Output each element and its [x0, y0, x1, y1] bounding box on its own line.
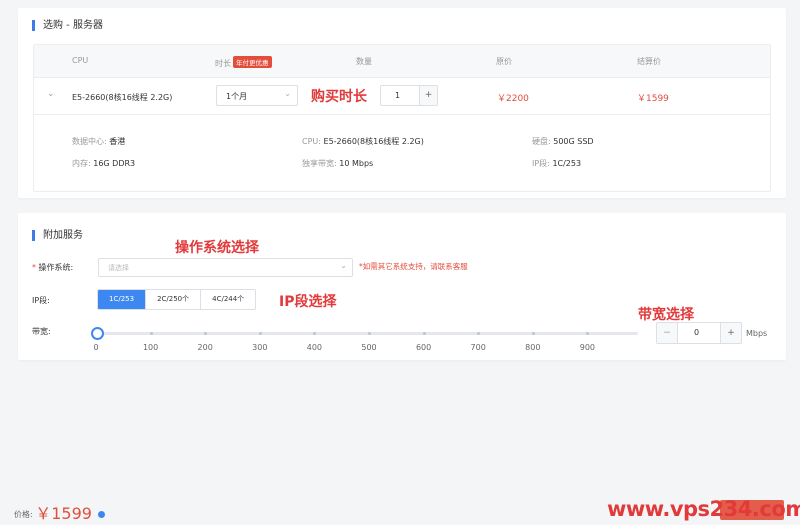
detail-disk-value: 500G SSD — [553, 137, 594, 146]
os-select[interactable]: 请选择 ⌄ — [98, 258, 353, 277]
row-original-price: ￥2200 — [497, 94, 529, 104]
detail-datacenter: 数据中心: 香港 — [72, 136, 125, 147]
row-final-price: ￥1599 — [637, 94, 669, 104]
quantity-value: 1 — [395, 91, 401, 100]
slider-tick-dot — [531, 332, 535, 335]
table-row: ⌄ E5-2660(8核16线程 2.2G) 1个月 ⌄ 1 + ￥2200 ￥… — [34, 78, 770, 115]
detail-cpu-value: E5-2660(8核16线程 2.2G) — [323, 137, 424, 146]
ip-segment-group: 1C/253 2C/250个 4C/244个 — [97, 289, 257, 310]
annotation-bandwidth: 带宽选择 — [638, 307, 694, 323]
detail-bandwidth-value: 10 Mbps — [339, 159, 374, 168]
slider-tick-label: 900 — [579, 343, 596, 352]
server-details: 数据中心: 香港 CPU: E5-2660(8核16线程 2.2G) 硬盘: 5… — [34, 115, 770, 191]
slider-tick-label: 700 — [470, 343, 486, 352]
bandwidth-plus-button[interactable]: + — [720, 323, 741, 343]
col-quantity: 数量 — [356, 57, 372, 66]
detail-datacenter-label: 数据中心: — [72, 137, 107, 146]
os-hint: *如需其它系统支持，请联系客服 — [359, 262, 468, 271]
detail-bandwidth: 独享带宽: 10 Mbps — [302, 158, 373, 169]
detail-datacenter-value: 香港 — [109, 137, 126, 146]
addon-card: 附加服务 * 操作系统: 请选择 ⌄ *如需其它系统支持，请联系客服 IP段: … — [18, 213, 786, 360]
detail-disk: 硬盘: 500G SSD — [532, 136, 594, 147]
slider-tick-dot — [422, 332, 426, 335]
quantity-stepper[interactable]: 1 + — [380, 85, 438, 106]
row-cpu: E5-2660(8核16线程 2.2G) — [72, 93, 173, 102]
server-section-title: 选购 - 服务器 — [32, 20, 103, 31]
annotation-duration: 购买时长 — [311, 89, 367, 105]
footer-price-value: ￥1599 — [35, 504, 92, 523]
slider-tick-dot — [258, 332, 262, 335]
footer-price: 价格: ￥1599 — [14, 500, 105, 524]
slider-tick-label: 100 — [142, 343, 159, 352]
slider-tick-label: 800 — [525, 343, 541, 352]
server-card: 选购 - 服务器 CPU 时长 年付更优惠 数量 原价 结算价 ⌄ E5-2660… — [18, 8, 786, 198]
footer-price-label: 价格: — [14, 510, 33, 519]
addon-section-title: 附加服务 — [32, 230, 83, 241]
slider-tick-label: 300 — [252, 343, 268, 352]
server-table: CPU 时长 年付更优惠 数量 原价 结算价 ⌄ E5-2660(8核16线程 2… — [33, 44, 771, 192]
slider-tick-label: 600 — [415, 343, 432, 352]
detail-memory: 内存: 16G DDR3 — [72, 158, 135, 169]
detail-disk-label: 硬盘: — [532, 137, 551, 146]
bandwidth-unit: Mbps — [746, 329, 768, 338]
detail-cpu-label: CPU: — [302, 137, 321, 146]
col-cpu: CPU — [72, 56, 89, 65]
ip-option-2c[interactable]: 2C/250个 — [146, 290, 202, 309]
annotation-ip: IP段选择 — [279, 294, 337, 310]
col-final-price: 结算价 — [637, 57, 661, 66]
slider-tick-dot — [368, 332, 371, 335]
annual-discount-badge: 年付更优惠 — [233, 56, 272, 68]
chevron-down-icon: ⌄ — [340, 261, 347, 270]
bandwidth-slider-handle[interactable] — [91, 327, 104, 340]
bandwidth-value: 0 — [694, 328, 700, 337]
expand-chevron-icon[interactable]: ⌄ — [47, 89, 55, 99]
col-duration-label: 时长 — [215, 59, 231, 68]
duration-select[interactable]: 1个月 ⌄ — [216, 85, 298, 106]
bandwidth-minus-button[interactable]: − — [657, 323, 678, 343]
duration-select-value: 1个月 — [226, 92, 248, 101]
annotation-os: 操作系统选择 — [175, 240, 259, 256]
slider-tick-label: 500 — [361, 343, 377, 352]
table-header: CPU 时长 年付更优惠 数量 原价 结算价 — [34, 45, 770, 78]
detail-memory-value: 16G DDR3 — [93, 159, 136, 168]
col-duration: 时长 年付更优惠 — [215, 56, 272, 69]
detail-memory-label: 内存: — [72, 159, 91, 168]
detail-ip-value: 1C/253 — [552, 159, 582, 168]
slider-tick-label: 200 — [197, 343, 213, 352]
detail-ip-label: IP段: — [532, 159, 550, 168]
os-label: * 操作系统: — [32, 262, 73, 273]
ip-label: IP段: — [32, 296, 50, 305]
col-original-price: 原价 — [496, 57, 512, 66]
slider-tick-dot — [149, 332, 153, 335]
detail-ip: IP段: 1C/253 — [532, 158, 581, 169]
chevron-down-icon: ⌄ — [284, 89, 291, 98]
detail-cpu: CPU: E5-2660(8核16线程 2.2G) — [302, 136, 424, 147]
ip-option-4c[interactable]: 4C/244个 — [201, 290, 255, 309]
bandwidth-label: 带宽: — [32, 327, 51, 336]
bandwidth-stepper[interactable]: − 0 + — [656, 322, 742, 344]
os-select-placeholder: 请选择 — [108, 264, 129, 272]
info-icon[interactable] — [97, 511, 105, 518]
os-label-text: 操作系统: — [38, 263, 74, 272]
bandwidth-slider-track[interactable] — [96, 332, 638, 335]
quantity-plus-button[interactable]: + — [419, 86, 437, 105]
slider-tick-label: 0 — [93, 343, 99, 352]
ip-option-1c[interactable]: 1C/253 — [98, 290, 147, 309]
slider-tick-label: 400 — [306, 343, 323, 352]
detail-bandwidth-label: 独享带宽: — [302, 159, 337, 168]
watermark: www.vps234.com — [607, 497, 800, 521]
